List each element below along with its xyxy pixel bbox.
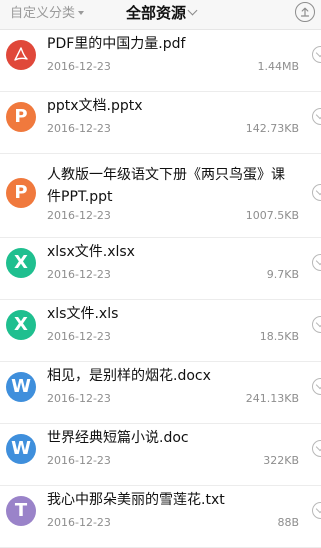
file-date: 2016-12-23 (47, 209, 111, 222)
file-date: 2016-12-23 (47, 60, 111, 73)
file-row[interactable]: W 世界经典短篇小说.doc 2016-12-23 322KB (0, 424, 321, 486)
custom-category-dropdown[interactable]: 自定义分类 (10, 6, 85, 22)
expand-chevron-icon[interactable] (312, 502, 321, 519)
file-size: 9.7KB (266, 268, 299, 281)
file-name: 我心中那朵美丽的雪莲花.txt (47, 492, 225, 508)
file-row[interactable]: X xlsx文件.xlsx 2016-12-23 9.7KB (0, 238, 321, 300)
powerpoint-icon: P (6, 102, 36, 132)
file-row[interactable]: W 相见，是别样的烟花.docx 2016-12-23 241.13KB (0, 362, 321, 424)
all-resources-dropdown[interactable]: 全部资源 (126, 4, 198, 22)
upload-icon (300, 7, 310, 17)
file-size: 18.5KB (259, 330, 299, 343)
file-row[interactable]: T 我心中那朵美丽的雪莲花.txt 2016-12-23 88B (0, 486, 321, 548)
file-size: 1.44MB (257, 60, 299, 73)
powerpoint-icon: P (6, 178, 36, 208)
chevron-down-icon (187, 5, 198, 16)
file-size: 241.13KB (245, 392, 299, 405)
text-icon: T (6, 496, 36, 526)
top-bar: 自定义分类 全部资源 (0, 0, 321, 30)
file-size: 88B (277, 516, 299, 529)
file-size: 322KB (263, 454, 299, 467)
file-row[interactable]: X xls文件.xls 2016-12-23 18.5KB (0, 300, 321, 362)
file-name: xlsx文件.xlsx (47, 244, 135, 260)
file-row[interactable]: P pptx文档.pptx 2016-12-23 142.73KB (0, 92, 321, 154)
file-date: 2016-12-23 (47, 122, 111, 135)
file-date: 2016-12-23 (47, 454, 111, 467)
expand-chevron-icon[interactable] (312, 184, 321, 201)
file-list: PDF里的中国力量.pdf 2016-12-23 1.44MB P pptx文档… (0, 30, 321, 548)
expand-chevron-icon[interactable] (312, 254, 321, 271)
file-row[interactable]: PDF里的中国力量.pdf 2016-12-23 1.44MB (0, 30, 321, 92)
all-resources-label: 全部资源 (126, 4, 187, 22)
file-name: pptx文档.pptx (47, 98, 143, 114)
file-name: 人教版一年级语文下册《两只鸟蛋》课件PPT.ppt (47, 167, 285, 205)
file-name: 世界经典短篇小说.doc (47, 430, 189, 446)
file-size: 142.73KB (245, 122, 299, 135)
expand-chevron-icon[interactable] (312, 108, 321, 125)
file-date: 2016-12-23 (47, 392, 111, 405)
upload-button[interactable] (295, 2, 315, 22)
custom-category-label: 自定义分类 (10, 6, 76, 21)
file-name: 相见，是别样的烟花.docx (47, 368, 211, 384)
expand-chevron-icon[interactable] (312, 440, 321, 457)
word-icon: W (6, 434, 36, 464)
file-date: 2016-12-23 (47, 268, 111, 281)
excel-icon: X (6, 248, 36, 278)
excel-icon: X (6, 310, 36, 340)
word-icon: W (6, 372, 36, 402)
expand-chevron-icon[interactable] (312, 378, 321, 395)
file-name: PDF里的中国力量.pdf (47, 36, 186, 52)
file-row[interactable]: P 人教版一年级语文下册《两只鸟蛋》课件PPT.ppt 2016-12-23 1… (0, 154, 321, 238)
expand-chevron-icon[interactable] (312, 316, 321, 333)
pdf-icon (6, 40, 36, 70)
file-size: 1007.5KB (245, 209, 299, 222)
file-date: 2016-12-23 (47, 516, 111, 529)
file-date: 2016-12-23 (47, 330, 111, 343)
caret-down-icon (78, 10, 85, 15)
file-name: xls文件.xls (47, 306, 119, 322)
expand-chevron-icon[interactable] (312, 46, 321, 63)
